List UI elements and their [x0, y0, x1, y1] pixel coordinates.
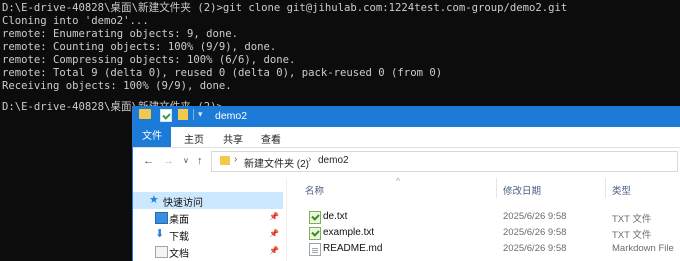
documents-icon [155, 246, 168, 258]
recent-locations-chevron-icon[interactable]: ∨ [183, 156, 189, 165]
console-line: remote: Counting objects: 100% (9/9), do… [2, 41, 277, 53]
console-line: Cloning into 'demo2'... [2, 15, 149, 27]
file-type: Markdown File [612, 243, 674, 254]
sidebar-item-desktop[interactable]: 桌面 📌 [133, 209, 283, 226]
column-header-type[interactable]: 类型 [612, 183, 631, 197]
table-row[interactable]: README.md 2025/6/26 9:58 Markdown File [291, 241, 680, 257]
ribbon-tabs: 文件 主页 共享 查看 [133, 127, 680, 148]
pane-splitter[interactable] [286, 178, 287, 261]
customize-toolbar-dropdown-icon[interactable]: ▾ [198, 109, 203, 120]
column-header-date-modified[interactable]: 修改日期 [503, 183, 541, 197]
new-folder-icon[interactable] [178, 109, 188, 120]
back-arrow-icon[interactable]: ← [143, 155, 154, 167]
txt-file-icon [309, 211, 321, 224]
column-divider[interactable] [496, 178, 497, 198]
file-date-modified: 2025/6/26 9:58 [503, 227, 567, 238]
sidebar-item-downloads[interactable]: ⬇ 下载 📌 [133, 226, 283, 243]
sidebar-item-quick-access[interactable]: ★ 快速访问 [133, 192, 283, 209]
table-row[interactable]: de.txt 2025/6/26 9:58 TXT 文件 [291, 209, 680, 225]
column-divider[interactable] [605, 178, 606, 198]
breadcrumb-current[interactable]: demo2 [318, 155, 349, 166]
breadcrumb-parent[interactable]: 新建文件夹 (2) [244, 155, 309, 170]
title-bar[interactable]: ▾ demo2 [133, 106, 680, 127]
star-icon: ★ [149, 194, 159, 206]
navigation-pane: ★ 快速访问 桌面 📌 ⬇ 下载 📌 文档 📌 [133, 178, 283, 261]
toolbar-divider [193, 109, 194, 120]
table-row[interactable]: example.txt 2025/6/26 9:58 TXT 文件 [291, 225, 680, 241]
breadcrumb-separator-icon[interactable]: › [234, 154, 237, 165]
tab-share[interactable]: 共享 [223, 131, 243, 146]
file-date-modified: 2025/6/26 9:58 [503, 211, 567, 222]
txt-file-icon [309, 227, 321, 240]
pin-icon[interactable]: 📌 [269, 229, 279, 238]
file-type: TXT 文件 [612, 214, 652, 225]
address-row: ← → ∨ ↑ › 新建文件夹 (2) › demo2 [133, 148, 680, 175]
console-line-command: D:\E-drive-40828\桌面\新建文件夹 (2)>git clone … [2, 2, 568, 14]
pin-icon[interactable]: 📌 [269, 246, 279, 255]
folder-icon [220, 156, 230, 165]
sidebar-item-label: 桌面 [169, 215, 189, 226]
tab-home[interactable]: 主页 [184, 131, 204, 146]
markdown-file-icon [309, 243, 321, 256]
forward-arrow-icon[interactable]: → [163, 155, 174, 167]
tab-file[interactable]: 文件 [133, 127, 171, 147]
console-line: remote: Enumerating objects: 9, done. [2, 28, 238, 40]
file-explorer-window: ▾ demo2 文件 主页 共享 查看 ← → ∨ ↑ › 新建文件夹 (2) … [133, 106, 680, 261]
console-line: Receiving objects: 100% (9/9), done. [2, 80, 232, 92]
address-bar[interactable]: › 新建文件夹 (2) › demo2 [211, 151, 678, 172]
console-line: remote: Compressing objects: 100% (6/6),… [2, 54, 296, 66]
pin-icon[interactable]: 📌 [269, 212, 279, 221]
console-line: remote: Total 9 (delta 0), reused 0 (del… [2, 67, 443, 79]
file-list: ^ 名称 修改日期 类型 de.txt 2025/6/26 9:58 TXT 文… [291, 176, 680, 261]
up-arrow-icon[interactable]: ↑ [197, 155, 203, 167]
tab-view[interactable]: 查看 [261, 131, 281, 146]
column-header-name[interactable]: 名称 [305, 183, 324, 197]
file-name: example.txt [323, 227, 375, 238]
sidebar-item-label: 文档 [169, 249, 189, 260]
window-title: demo2 [215, 110, 248, 122]
sidebar-item-documents[interactable]: 文档 📌 [133, 243, 283, 260]
file-name: README.md [323, 243, 383, 254]
folder-icon[interactable] [139, 109, 151, 119]
file-type: TXT 文件 [612, 230, 652, 241]
breadcrumb-separator-icon[interactable]: › [308, 154, 311, 165]
file-name: de.txt [323, 211, 348, 222]
sidebar-item-label: 快速访问 [163, 198, 203, 209]
sort-indicator-icon: ^ [396, 176, 401, 186]
file-date-modified: 2025/6/26 9:58 [503, 243, 567, 254]
properties-check-icon[interactable] [160, 109, 172, 122]
sidebar-item-label: 下载 [169, 232, 189, 243]
download-icon: ⬇ [155, 228, 165, 240]
desktop-icon [155, 212, 168, 224]
